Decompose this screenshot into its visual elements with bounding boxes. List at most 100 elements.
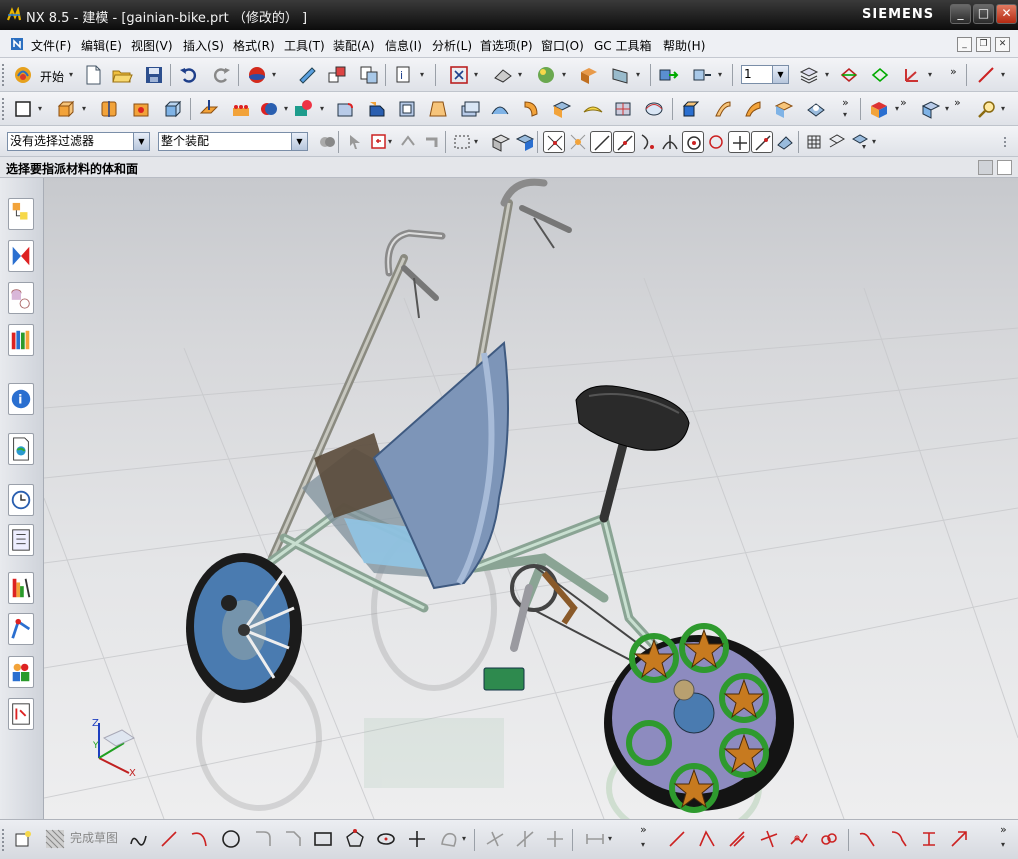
chamfer-icon[interactable] (366, 98, 388, 120)
trim-sheet-icon[interactable] (773, 98, 795, 120)
snap-to-grid-icon[interactable] (826, 131, 848, 153)
curve-bridge-icon[interactable] (856, 828, 878, 850)
doc-close-button[interactable]: ✕ (995, 37, 1010, 52)
extension-icon[interactable] (742, 98, 764, 120)
menu-analysis[interactable]: 分析(L) (432, 37, 472, 54)
menu-preferences[interactable]: 首选项(P) (480, 37, 533, 54)
chamfer-sketch-icon[interactable] (282, 828, 304, 850)
assembly-navigator-icon[interactable] (8, 198, 34, 230)
studio-surface-icon[interactable] (612, 98, 634, 120)
curve-fillet-icon[interactable] (888, 828, 910, 850)
offset-curve-icon[interactable] (438, 828, 460, 850)
quadrant-point-icon[interactable] (705, 131, 727, 153)
unite-icon[interactable] (258, 98, 280, 120)
shell-icon[interactable] (396, 98, 418, 120)
doc-minimize-button[interactable]: _ (957, 37, 972, 52)
menu-view[interactable]: 视图(V) (131, 37, 173, 54)
bounding-box-icon[interactable] (803, 131, 825, 153)
toolbar-overflow-dropdown[interactable]: ▾ (641, 834, 648, 856)
wcs-dynamic-icon[interactable] (901, 64, 923, 86)
process-studio-icon[interactable] (8, 524, 34, 556)
search-icon[interactable] (976, 98, 998, 120)
curve-tangent-icon[interactable] (726, 828, 748, 850)
curve-intersect-icon[interactable] (758, 828, 780, 850)
menu-insert[interactable]: 插入(S) (183, 37, 224, 54)
menu-window[interactable]: 窗口(O) (541, 37, 584, 54)
app-menu-icon[interactable] (10, 37, 24, 51)
rectangle-sketch-icon[interactable] (312, 828, 334, 850)
start-button-label[interactable]: 开始 (40, 68, 64, 85)
toolbar-grip[interactable] (2, 64, 6, 86)
point-sketch-icon[interactable] (406, 828, 428, 850)
type-filter-combo[interactable]: 没有选择过滤器 ▼ (7, 132, 150, 151)
system-materials-icon[interactable] (8, 656, 34, 688)
trim-body-icon[interactable] (292, 98, 314, 120)
circle-sketch-icon[interactable] (220, 828, 242, 850)
control-point-icon[interactable] (636, 131, 658, 153)
section-view-icon[interactable] (609, 64, 631, 86)
add-component-dropdown[interactable]: ▾ (718, 64, 725, 86)
save-icon[interactable] (143, 64, 165, 86)
chevron-down-icon[interactable]: ▼ (772, 66, 788, 83)
offset-curve-dropdown[interactable]: ▾ (462, 828, 469, 850)
toolbar-grip[interactable] (1004, 137, 1008, 147)
finish-sketch-label[interactable]: 完成草图 (70, 829, 118, 846)
background-icon[interactable] (578, 64, 600, 86)
quick-trim-icon[interactable] (484, 828, 506, 850)
select-body-icon[interactable] (397, 131, 419, 153)
chevron-down-icon[interactable]: ▼ (133, 133, 149, 150)
snap-settings-icon[interactable] (567, 131, 589, 153)
thicken-icon[interactable] (712, 98, 734, 120)
undo-icon[interactable] (178, 64, 200, 86)
wcs-icon[interactable] (838, 64, 860, 86)
add-component-icon[interactable] (691, 64, 713, 86)
arc-sketch-icon[interactable] (188, 828, 210, 850)
start-dropdown[interactable]: ▾ (69, 64, 76, 86)
toolbar-overflow-icon[interactable]: » (900, 96, 907, 109)
end-point-icon[interactable] (590, 131, 612, 153)
part-navigator-icon[interactable] (8, 282, 34, 314)
toggle-panel-icon[interactable] (978, 160, 993, 175)
profile-icon[interactable] (128, 828, 150, 850)
component-filter-icon[interactable] (316, 131, 338, 153)
polygon-sketch-icon[interactable] (344, 828, 366, 850)
menu-tools[interactable]: 工具(T) (284, 37, 325, 54)
constraint-navigator-icon[interactable] (8, 240, 34, 272)
shaded-view-icon[interactable] (535, 64, 557, 86)
hole-icon[interactable] (130, 98, 152, 120)
toolbar-overflow-dropdown[interactable]: ▾ (843, 104, 850, 126)
curve-spline-icon[interactable] (788, 828, 810, 850)
feature-select-icon[interactable] (368, 131, 390, 153)
fillet-sketch-icon[interactable] (252, 828, 274, 850)
graphics-window[interactable]: Z Y X (44, 178, 1018, 819)
styled-sweep-icon[interactable] (643, 98, 665, 120)
render-style-icon[interactable] (246, 64, 268, 86)
bounded-plane-icon[interactable] (551, 98, 573, 120)
line-tool-dropdown[interactable]: ▾ (1001, 64, 1008, 86)
rectangle-select-icon[interactable] (451, 131, 473, 153)
history-icon[interactable] (8, 484, 34, 516)
swept-icon[interactable] (521, 98, 543, 120)
fit-view-dropdown[interactable]: ▾ (474, 64, 481, 86)
menu-information[interactable]: 信息(I) (385, 37, 422, 54)
toolbar-overflow-icon[interactable]: » (950, 65, 957, 78)
curve-arc-icon[interactable] (696, 828, 718, 850)
menu-file[interactable]: 文件(F) (31, 37, 71, 54)
curve-trim-icon[interactable] (918, 828, 940, 850)
work-layer-combo[interactable]: 1 ▼ (741, 65, 789, 84)
make-corner-icon[interactable] (544, 828, 566, 850)
toolbar-grip[interactable] (2, 98, 6, 120)
assign-materials-icon[interactable] (868, 98, 890, 120)
snap-point-on-icon[interactable] (543, 131, 565, 153)
finish-sketch-icon[interactable] (44, 828, 66, 850)
point-on-curve-icon[interactable] (751, 131, 773, 153)
measure-icon[interactable] (920, 98, 942, 120)
section-view-dropdown[interactable]: ▾ (636, 64, 643, 86)
menu-gc-toolkits[interactable]: GC 工具箱 (594, 37, 652, 54)
select-arrow-icon[interactable] (344, 131, 366, 153)
roles-icon[interactable] (8, 613, 34, 645)
shaded-view-dropdown[interactable]: ▾ (562, 64, 569, 86)
edit-object-display-icon[interactable] (296, 64, 318, 86)
quick-extend-icon[interactable] (514, 828, 536, 850)
unite-dropdown[interactable]: ▾ (284, 98, 291, 120)
